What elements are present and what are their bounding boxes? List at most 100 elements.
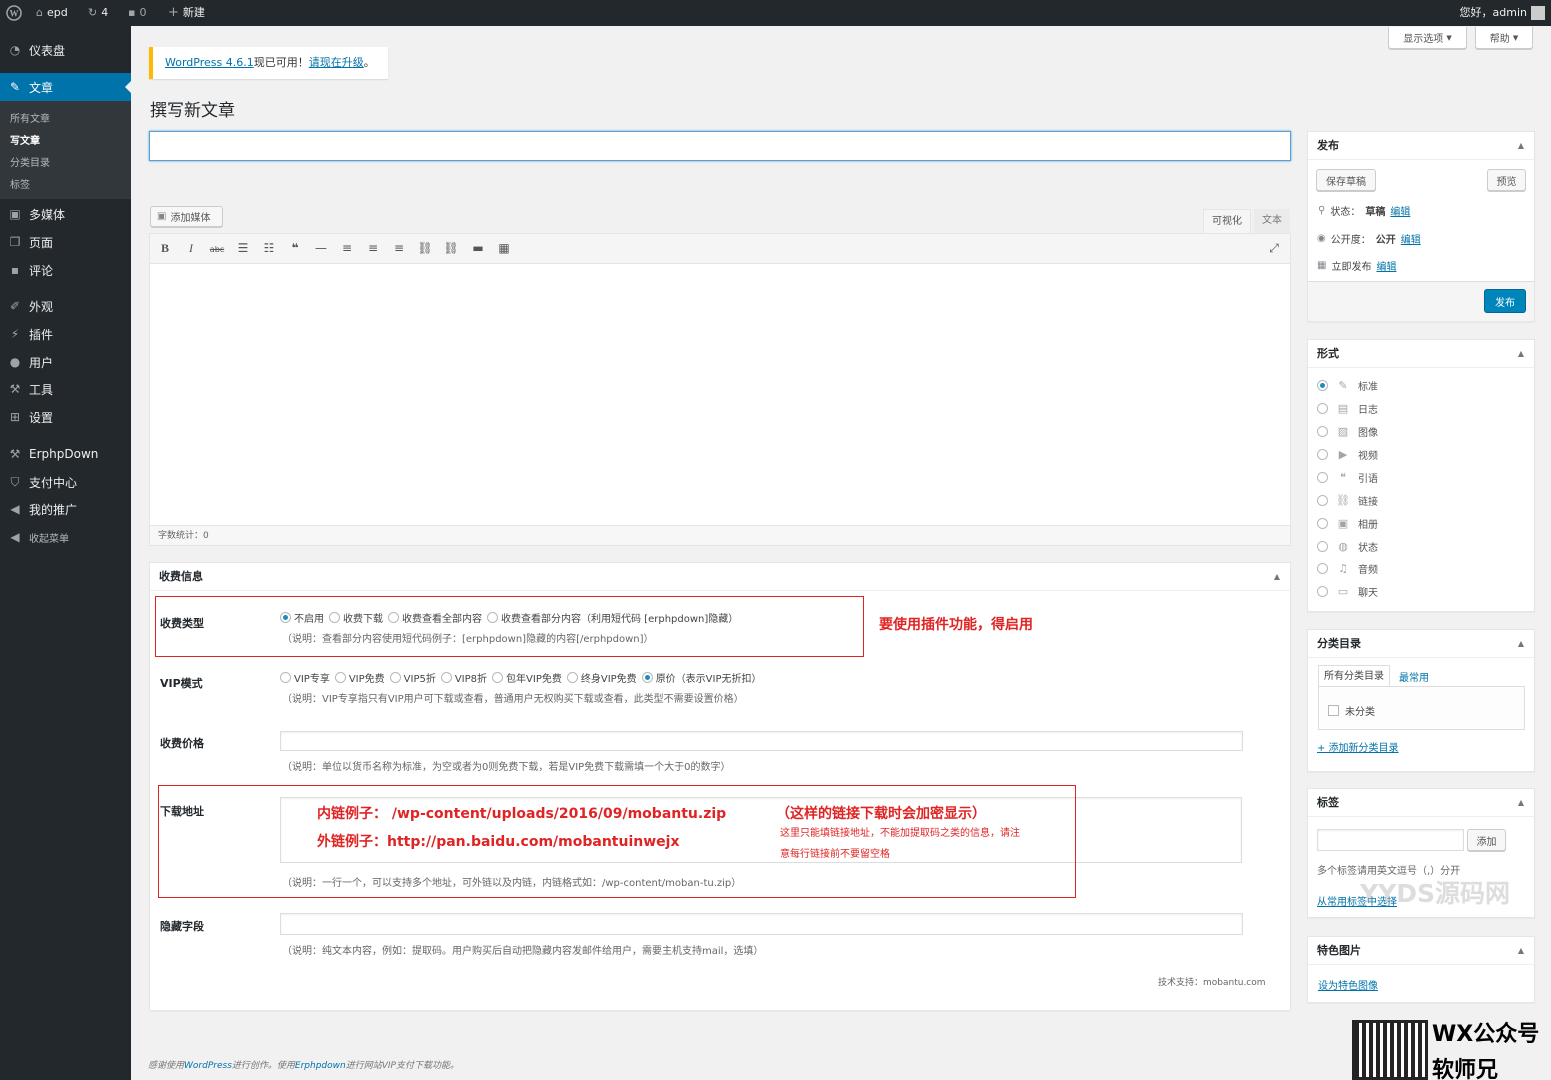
radio-button[interactable] <box>1317 586 1328 597</box>
radio-button[interactable] <box>1317 495 1328 506</box>
vip-option[interactable]: VIP5折 <box>389 670 436 685</box>
link-icon[interactable]: ⛓ <box>417 241 433 255</box>
radio-button[interactable] <box>1317 472 1328 483</box>
radio-button[interactable] <box>1317 449 1328 460</box>
radio-button[interactable] <box>334 672 346 683</box>
collapse-arrow-icon[interactable]: ▲ <box>1518 789 1524 817</box>
vip-option[interactable]: 包年VIP免费 <box>492 670 562 685</box>
toolbar-toggle-icon[interactable]: ▦ <box>496 241 512 255</box>
screen-options-button[interactable]: 显示选项 ▼ <box>1388 27 1467 49</box>
radio-button[interactable] <box>1317 563 1328 574</box>
read-more-icon[interactable]: ▬ <box>470 241 486 255</box>
submenu-categories[interactable]: 分类目录 <box>10 154 50 169</box>
vip-option[interactable]: VIP8折 <box>440 670 487 685</box>
italic-icon[interactable]: I <box>183 241 199 256</box>
align-center-icon[interactable]: ≡ <box>365 241 381 255</box>
updates-link[interactable]: ↻ 4 <box>88 0 108 26</box>
format-option[interactable]: ▭ 聊天 <box>1317 584 1378 599</box>
menu-users[interactable]: ● 用户 <box>0 348 131 376</box>
menu-posts[interactable]: ✎ 文章 <box>0 73 131 101</box>
format-option[interactable]: ✎ 标准 <box>1317 378 1378 393</box>
horizontal-rule-icon[interactable]: — <box>313 241 329 255</box>
menu-payment[interactable]: ⛉ 支付中心 <box>0 468 131 496</box>
radio-button[interactable] <box>1317 518 1328 529</box>
vip-option[interactable]: VIP免费 <box>334 670 385 685</box>
menu-settings[interactable]: ⊞ 设置 <box>0 403 131 431</box>
radio-button[interactable] <box>566 672 578 683</box>
collapse-arrow-icon[interactable]: ▲ <box>1518 340 1524 368</box>
menu-erphpdown[interactable]: ⚒ ErphpDown <box>0 440 131 468</box>
upgrade-now-link[interactable]: 请现在升级 <box>309 56 364 69</box>
radio-button[interactable] <box>389 672 401 683</box>
align-right-icon[interactable]: ≡ <box>391 241 407 255</box>
strikethrough-icon[interactable]: abc <box>209 245 225 254</box>
my-account[interactable]: 您好，admin <box>1460 0 1545 26</box>
radio-button[interactable] <box>1317 380 1328 391</box>
add-tag-button[interactable]: 添加 <box>1467 829 1506 851</box>
new-content-link[interactable]: + 新建 <box>168 0 205 26</box>
wordpress-version-link[interactable]: WordPress 4.6.1 <box>165 56 254 69</box>
collapse-arrow-icon[interactable]: ▲ <box>1518 132 1524 160</box>
wordpress-logo-icon[interactable]: W <box>6 0 22 26</box>
format-option[interactable]: ◍ 状态 <box>1317 539 1378 554</box>
format-option[interactable]: ▤ 日志 <box>1317 401 1378 416</box>
menu-comments[interactable]: ▪ 评论 <box>0 256 131 284</box>
submenu-new-post[interactable]: 写文章 <box>10 132 40 147</box>
numbered-list-icon[interactable]: ☷ <box>261 241 277 255</box>
wordpress-link[interactable]: WordPress <box>184 1061 232 1071</box>
price-input[interactable] <box>280 731 1243 751</box>
radio-button[interactable] <box>1317 403 1328 414</box>
help-button[interactable]: 帮助 ▼ <box>1475 27 1533 49</box>
comments-link[interactable]: ▪ 0 <box>128 0 146 26</box>
site-name-link[interactable]: ⌂ epd <box>36 0 68 26</box>
format-option[interactable]: ▣ 相册 <box>1317 516 1378 531</box>
vip-option[interactable]: 原价（表示VIP无折扣） <box>641 670 762 685</box>
radio-button[interactable] <box>280 672 291 683</box>
menu-collapse[interactable]: ◀ 收起菜单 <box>0 523 131 551</box>
format-option[interactable]: ▶ 视频 <box>1317 447 1378 462</box>
vip-option[interactable]: VIP专享 <box>280 670 330 685</box>
radio-button[interactable] <box>492 672 504 683</box>
submenu-all-posts[interactable]: 所有文章 <box>10 110 50 125</box>
submenu-tags[interactable]: 标签 <box>10 176 30 191</box>
collapse-arrow-icon[interactable]: ▲ <box>1274 563 1280 591</box>
menu-dashboard[interactable]: ◔ 仪表盘 <box>0 36 131 64</box>
blockquote-icon[interactable]: ❝ <box>287 241 303 255</box>
radio-button[interactable] <box>1317 426 1328 437</box>
add-media-button[interactable]: ▣ 添加媒体 <box>150 206 223 227</box>
checkbox[interactable] <box>1328 705 1339 716</box>
bold-icon[interactable]: B <box>157 241 173 256</box>
hidden-field-input[interactable] <box>280 913 1243 935</box>
category-item[interactable]: 未分类 <box>1328 703 1375 718</box>
menu-pages[interactable]: ❐ 页面 <box>0 228 131 256</box>
collapse-arrow-icon[interactable]: ▲ <box>1518 937 1524 965</box>
radio-button[interactable] <box>641 672 653 683</box>
menu-promotion[interactable]: ◀ 我的推广 <box>0 495 131 523</box>
set-featured-image-link[interactable]: 设为特色图像 <box>1318 977 1378 992</box>
edit-schedule-link[interactable]: 编辑 <box>1376 258 1396 273</box>
tag-input[interactable] <box>1317 829 1464 851</box>
editor-content-area[interactable] <box>150 265 1290 526</box>
preview-button[interactable]: 预览 <box>1487 169 1526 191</box>
bullet-list-icon[interactable]: ☰ <box>235 241 251 255</box>
fullscreen-icon[interactable]: ⤢ <box>1266 241 1282 256</box>
tab-visual[interactable]: 可视化 <box>1203 209 1251 234</box>
format-option[interactable]: ▨ 图像 <box>1317 424 1378 439</box>
collapse-arrow-icon[interactable]: ▲ <box>1518 630 1524 658</box>
menu-media[interactable]: ▣ 多媒体 <box>0 200 131 228</box>
edit-visibility-link[interactable]: 编辑 <box>1401 231 1421 246</box>
menu-tools[interactable]: ⚒ 工具 <box>0 375 131 403</box>
format-option[interactable]: ♫ 音频 <box>1317 561 1378 576</box>
tab-all-categories[interactable]: 所有分类目录 <box>1318 665 1390 687</box>
tab-popular-categories[interactable]: 最常用 <box>1399 669 1429 684</box>
erphpdown-link[interactable]: Erphpdown <box>295 1061 346 1071</box>
format-option[interactable]: ⛓ 链接 <box>1317 493 1378 508</box>
align-left-icon[interactable]: ≡ <box>339 241 355 255</box>
add-new-category-link[interactable]: + 添加新分类目录 <box>1317 739 1399 754</box>
menu-appearance[interactable]: ✐ 外观 <box>0 292 131 320</box>
tab-text[interactable]: 文本 <box>1254 209 1290 234</box>
publish-button[interactable]: 发布 <box>1484 289 1526 313</box>
radio-button[interactable] <box>440 672 452 683</box>
post-title-input[interactable] <box>149 131 1291 161</box>
menu-plugins[interactable]: ⚡ 插件 <box>0 320 131 348</box>
